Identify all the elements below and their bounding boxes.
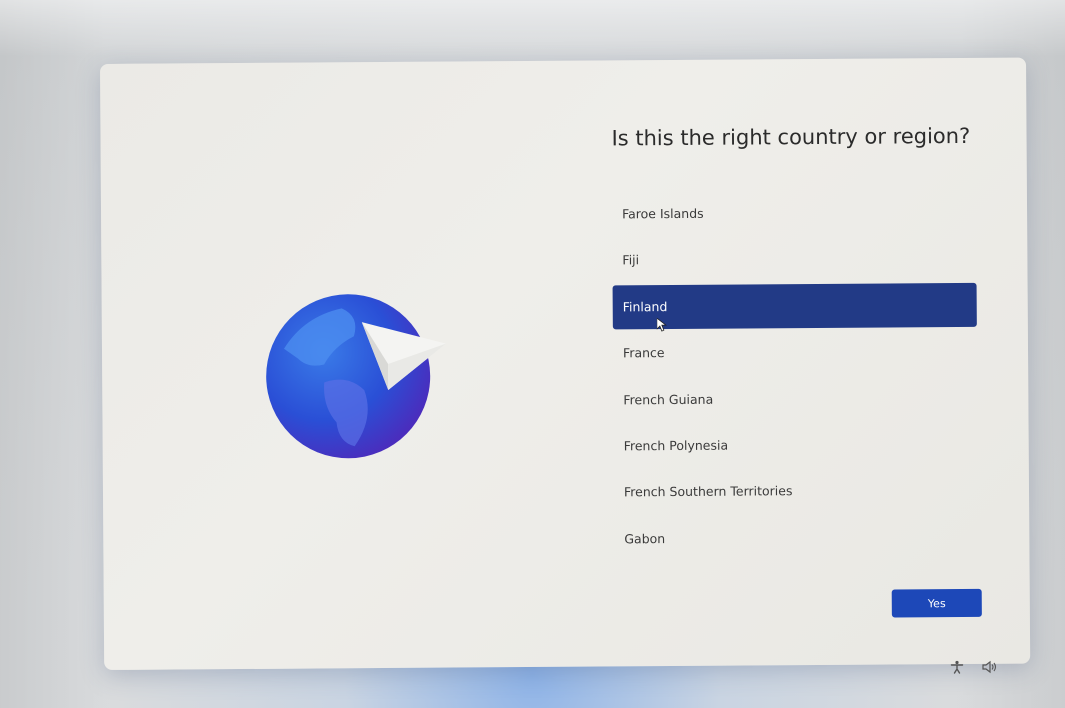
globe-illustration: [264, 286, 455, 467]
country-list[interactable]: Faroe Islands Fiji Finland France French…: [612, 190, 979, 564]
oobe-region-dialog: Is this the right country or region? Far…: [100, 57, 1031, 670]
list-item[interactable]: Gabon: [614, 515, 978, 562]
list-item[interactable]: French Guiana: [613, 375, 977, 422]
system-tray: [950, 660, 997, 674]
list-item[interactable]: France: [613, 329, 977, 376]
accessibility-icon[interactable]: [950, 660, 964, 674]
mouse-cursor-icon: [656, 317, 668, 332]
list-item[interactable]: French Polynesia: [614, 422, 978, 469]
list-item[interactable]: French Southern Territories: [614, 468, 978, 515]
volume-icon[interactable]: [982, 660, 997, 674]
yes-button[interactable]: Yes: [891, 588, 982, 618]
list-item-selected[interactable]: Finland: [612, 282, 977, 330]
globe-paper-plane-icon: [266, 294, 446, 459]
list-item[interactable]: Faroe Islands: [612, 190, 976, 237]
list-item[interactable]: Fiji: [612, 236, 976, 283]
page-title: Is this the right country or region?: [611, 123, 971, 151]
